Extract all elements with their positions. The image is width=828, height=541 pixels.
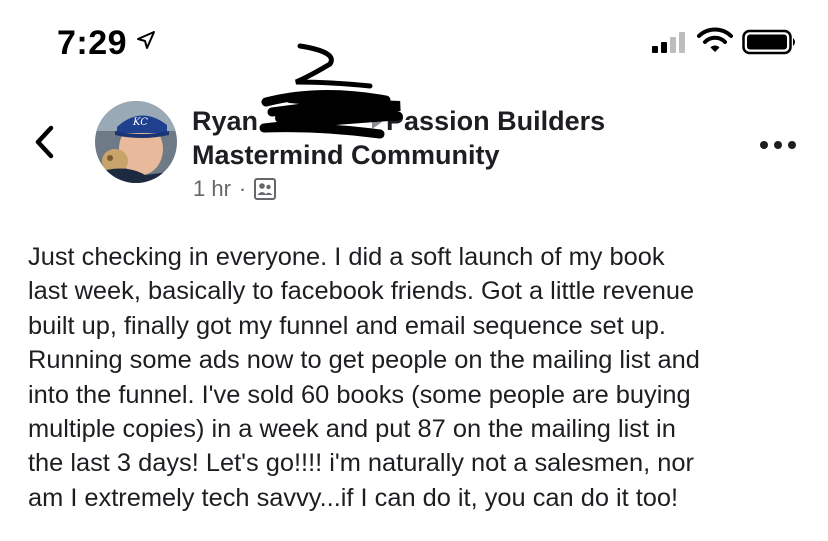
back-chevron-icon[interactable] — [30, 122, 60, 162]
post-body-line: the last 3 days! Let's go!!!! i'm natura… — [28, 449, 694, 478]
cellular-signal-icon — [652, 32, 685, 53]
author-name[interactable]: Ryan — [192, 104, 258, 138]
location-arrow-icon — [137, 31, 155, 49]
group-name[interactable]: Passion Builders — [386, 106, 605, 136]
post-body-line: multiple copies) in a week and put 87 on… — [28, 415, 676, 444]
wifi-icon — [697, 27, 733, 52]
post-header: Ryan Passion Builders Mastermind Communit… — [192, 104, 712, 172]
group-members-icon[interactable] — [254, 178, 277, 200]
battery-icon — [742, 29, 795, 55]
post-body-line: into the funnel. I've sold 60 books (som… — [28, 380, 691, 409]
post-meta: 1 hr · — [193, 176, 277, 202]
svg-text:KC: KC — [132, 117, 148, 128]
post-body-line: last week, basically to facebook friends… — [28, 277, 695, 306]
status-bar: 7:29 — [0, 0, 828, 90]
status-time: 7:29 — [57, 24, 128, 62]
meta-separator: · — [238, 176, 247, 201]
post-body-line: am I extremely tech savvy...if I can do … — [28, 483, 679, 512]
post-body-line: Just checking in everyone. I did a soft … — [28, 243, 665, 271]
post-body: Just checking in everyone. I did a soft … — [28, 240, 808, 515]
avatar-photo: KC — [95, 101, 177, 183]
post-timestamp[interactable]: 1 hr — [193, 176, 231, 202]
post-body-line: Running some ads now to get people on th… — [28, 346, 700, 375]
group-name-continued[interactable]: Mastermind Community — [192, 140, 500, 170]
author-avatar[interactable]: KC — [95, 101, 177, 183]
group-arrow-icon — [372, 114, 383, 129]
more-options-icon[interactable] — [758, 136, 798, 154]
post-body-line: built up, finally got my funnel and emai… — [28, 311, 666, 340]
